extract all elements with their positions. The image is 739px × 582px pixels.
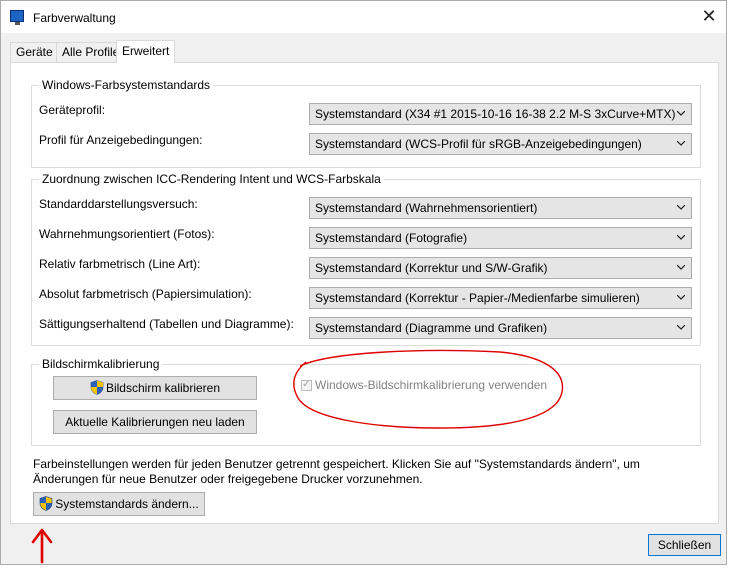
- saturation-select[interactable]: Systemstandard (Diagramme und Grafiken): [309, 317, 692, 339]
- default-rendering-label: Standarddarstellungsversuch:: [39, 197, 198, 211]
- info-text: Farbeinstellungen werden für jeden Benut…: [33, 457, 640, 486]
- device-profile-select[interactable]: Systemstandard (X34 #1 2015-10-16 16-38 …: [309, 103, 692, 125]
- absolute-colorimetric-value: Systemstandard (Korrektur - Papier-/Medi…: [315, 291, 640, 305]
- title-bar: Farbverwaltung ✕: [1, 1, 726, 33]
- checkbox-checked-disabled: [301, 378, 312, 392]
- tab-geraete[interactable]: Geräte: [10, 42, 59, 62]
- icc-mapping-title: Zuordnung zwischen ICC-Rendering Intent …: [39, 172, 384, 186]
- absolute-colorimetric-select[interactable]: Systemstandard (Korrektur - Papier-/Medi…: [309, 287, 692, 309]
- perceptual-label: Wahrnehmungsorientiert (Fotos):: [39, 227, 215, 241]
- chevron-down-icon: [677, 205, 685, 210]
- default-rendering-select[interactable]: Systemstandard (Wahrnehmensorientiert): [309, 197, 692, 219]
- wcs-defaults-title: Windows-Farbsystemstandards: [39, 78, 214, 92]
- device-profile-label: Geräteprofil:: [39, 103, 106, 117]
- color-management-window: Farbverwaltung ✕ Geräte Alle Profile Erw…: [0, 0, 727, 565]
- saturation-label: Sättigungserhaltend (Tabellen und Diagra…: [39, 317, 294, 331]
- relative-colorimetric-select[interactable]: Systemstandard (Korrektur und S/W-Grafik…: [309, 257, 692, 279]
- calibrate-display-label: Bildschirm kalibrieren: [105, 381, 221, 395]
- relative-colorimetric-value: Systemstandard (Korrektur und S/W-Grafik…: [315, 261, 548, 275]
- viewing-conditions-select[interactable]: Systemstandard (WCS-Profil für sRGB-Anze…: [309, 133, 692, 155]
- chevron-down-icon: [677, 111, 685, 116]
- tab-erweitert[interactable]: Erweitert: [116, 40, 176, 63]
- saturation-value: Systemstandard (Diagramme und Grafiken): [315, 321, 548, 335]
- chevron-down-icon: [677, 295, 685, 300]
- window-title: Farbverwaltung: [33, 11, 116, 25]
- uac-shield-icon: [90, 380, 104, 395]
- change-system-defaults-button[interactable]: Systemstandards ändern...: [33, 492, 205, 516]
- use-windows-calibration-checkbox[interactable]: Windows-Bildschirmkalibrierung verwenden: [301, 378, 547, 392]
- change-system-defaults-label: Systemstandards ändern...: [55, 497, 199, 511]
- wcs-defaults-group: Windows-Farbsystemstandards: [31, 78, 701, 168]
- chevron-down-icon: [677, 141, 685, 146]
- chevron-down-icon: [677, 265, 685, 270]
- perceptual-select[interactable]: Systemstandard (Fotografie): [309, 227, 692, 249]
- chevron-down-icon: [677, 235, 685, 240]
- perceptual-value: Systemstandard (Fotografie): [315, 231, 468, 245]
- chevron-down-icon: [677, 325, 685, 330]
- uac-shield-icon: [39, 496, 53, 511]
- color-management-icon: [10, 10, 24, 25]
- calibration-title: Bildschirmkalibrierung: [39, 357, 163, 371]
- relative-colorimetric-label: Relativ farbmetrisch (Line Art):: [39, 257, 201, 271]
- device-profile-value: Systemstandard (X34 #1 2015-10-16 16-38 …: [315, 107, 676, 121]
- viewing-conditions-label: Profil für Anzeigebedingungen:: [39, 133, 203, 147]
- default-rendering-value: Systemstandard (Wahrnehmensorientiert): [315, 201, 538, 215]
- calibrate-display-button[interactable]: Bildschirm kalibrieren: [53, 376, 257, 400]
- absolute-colorimetric-label: Absolut farbmetrisch (Papiersimulation):: [39, 287, 252, 301]
- close-button[interactable]: Schließen: [648, 534, 721, 556]
- tab-panel-erweitert: Windows-Farbsystemstandards Geräteprofil…: [10, 62, 719, 524]
- use-windows-calibration-label: Windows-Bildschirmkalibrierung verwenden: [315, 378, 548, 392]
- reload-calibrations-button[interactable]: Aktuelle Kalibrierungen neu laden: [53, 410, 257, 434]
- tab-alle-profile[interactable]: Alle Profile: [56, 42, 126, 62]
- close-window-icon[interactable]: ✕: [698, 6, 720, 28]
- viewing-conditions-value: Systemstandard (WCS-Profil für sRGB-Anze…: [315, 137, 642, 151]
